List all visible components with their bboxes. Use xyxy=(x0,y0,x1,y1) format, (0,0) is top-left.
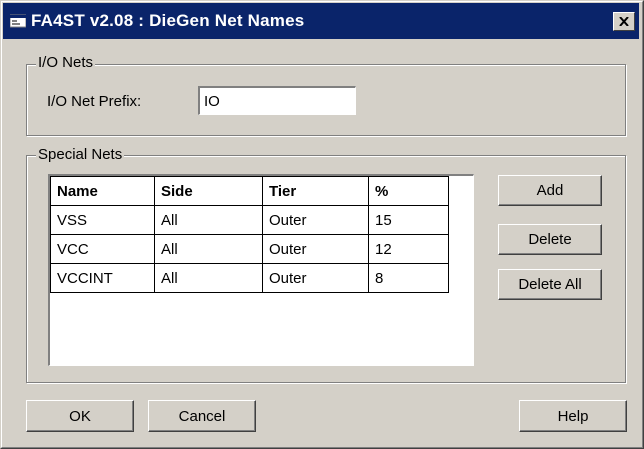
table-row[interactable]: VCCINT All Outer 8 xyxy=(50,263,449,293)
table-row[interactable]: VCC All Outer 12 xyxy=(50,234,449,264)
io-net-prefix-label: I/O Net Prefix: xyxy=(47,93,142,110)
cancel-button[interactable]: Cancel xyxy=(148,400,256,432)
close-button[interactable] xyxy=(613,12,635,31)
cell-side: All xyxy=(154,205,263,235)
ok-button[interactable]: OK xyxy=(26,400,134,432)
column-header-tier[interactable]: Tier xyxy=(262,176,369,206)
cell-tier: Outer xyxy=(262,234,369,264)
cell-side: All xyxy=(154,263,263,293)
title-bar[interactable]: FA4ST v2.08 : DieGen Net Names xyxy=(3,3,639,39)
table-header-row: Name Side Tier % xyxy=(50,176,449,206)
cell-tier: Outer xyxy=(262,205,369,235)
cell-percent: 8 xyxy=(368,263,449,293)
special-nets-legend: Special Nets xyxy=(36,146,125,163)
delete-all-button[interactable]: Delete All xyxy=(498,269,602,300)
cell-side: All xyxy=(154,234,263,264)
cell-tier: Outer xyxy=(262,263,369,293)
special-nets-table-box[interactable]: Name Side Tier % VSS All Outer 15 VCC Al… xyxy=(48,174,474,366)
window-title: FA4ST v2.08 : DieGen Net Names xyxy=(31,11,305,30)
add-button[interactable]: Add xyxy=(498,175,602,206)
app-icon xyxy=(10,14,26,28)
cell-name: VCC xyxy=(50,234,155,264)
io-net-prefix-input[interactable] xyxy=(198,86,356,115)
delete-button[interactable]: Delete xyxy=(498,224,602,255)
help-button[interactable]: Help xyxy=(519,400,627,432)
cell-name: VSS xyxy=(50,205,155,235)
column-header-percent[interactable]: % xyxy=(368,176,449,206)
special-nets-table: Name Side Tier % VSS All Outer 15 VCC Al… xyxy=(50,176,449,293)
cell-name: VCCINT xyxy=(50,263,155,293)
column-header-name[interactable]: Name xyxy=(50,176,155,206)
cell-percent: 15 xyxy=(368,205,449,235)
cell-percent: 12 xyxy=(368,234,449,264)
io-nets-legend: I/O Nets xyxy=(36,54,96,71)
column-header-side[interactable]: Side xyxy=(154,176,263,206)
close-icon xyxy=(619,17,629,26)
dialog-window: FA4ST v2.08 : DieGen Net Names I/O Nets … xyxy=(0,0,644,449)
table-row[interactable]: VSS All Outer 15 xyxy=(50,205,449,235)
